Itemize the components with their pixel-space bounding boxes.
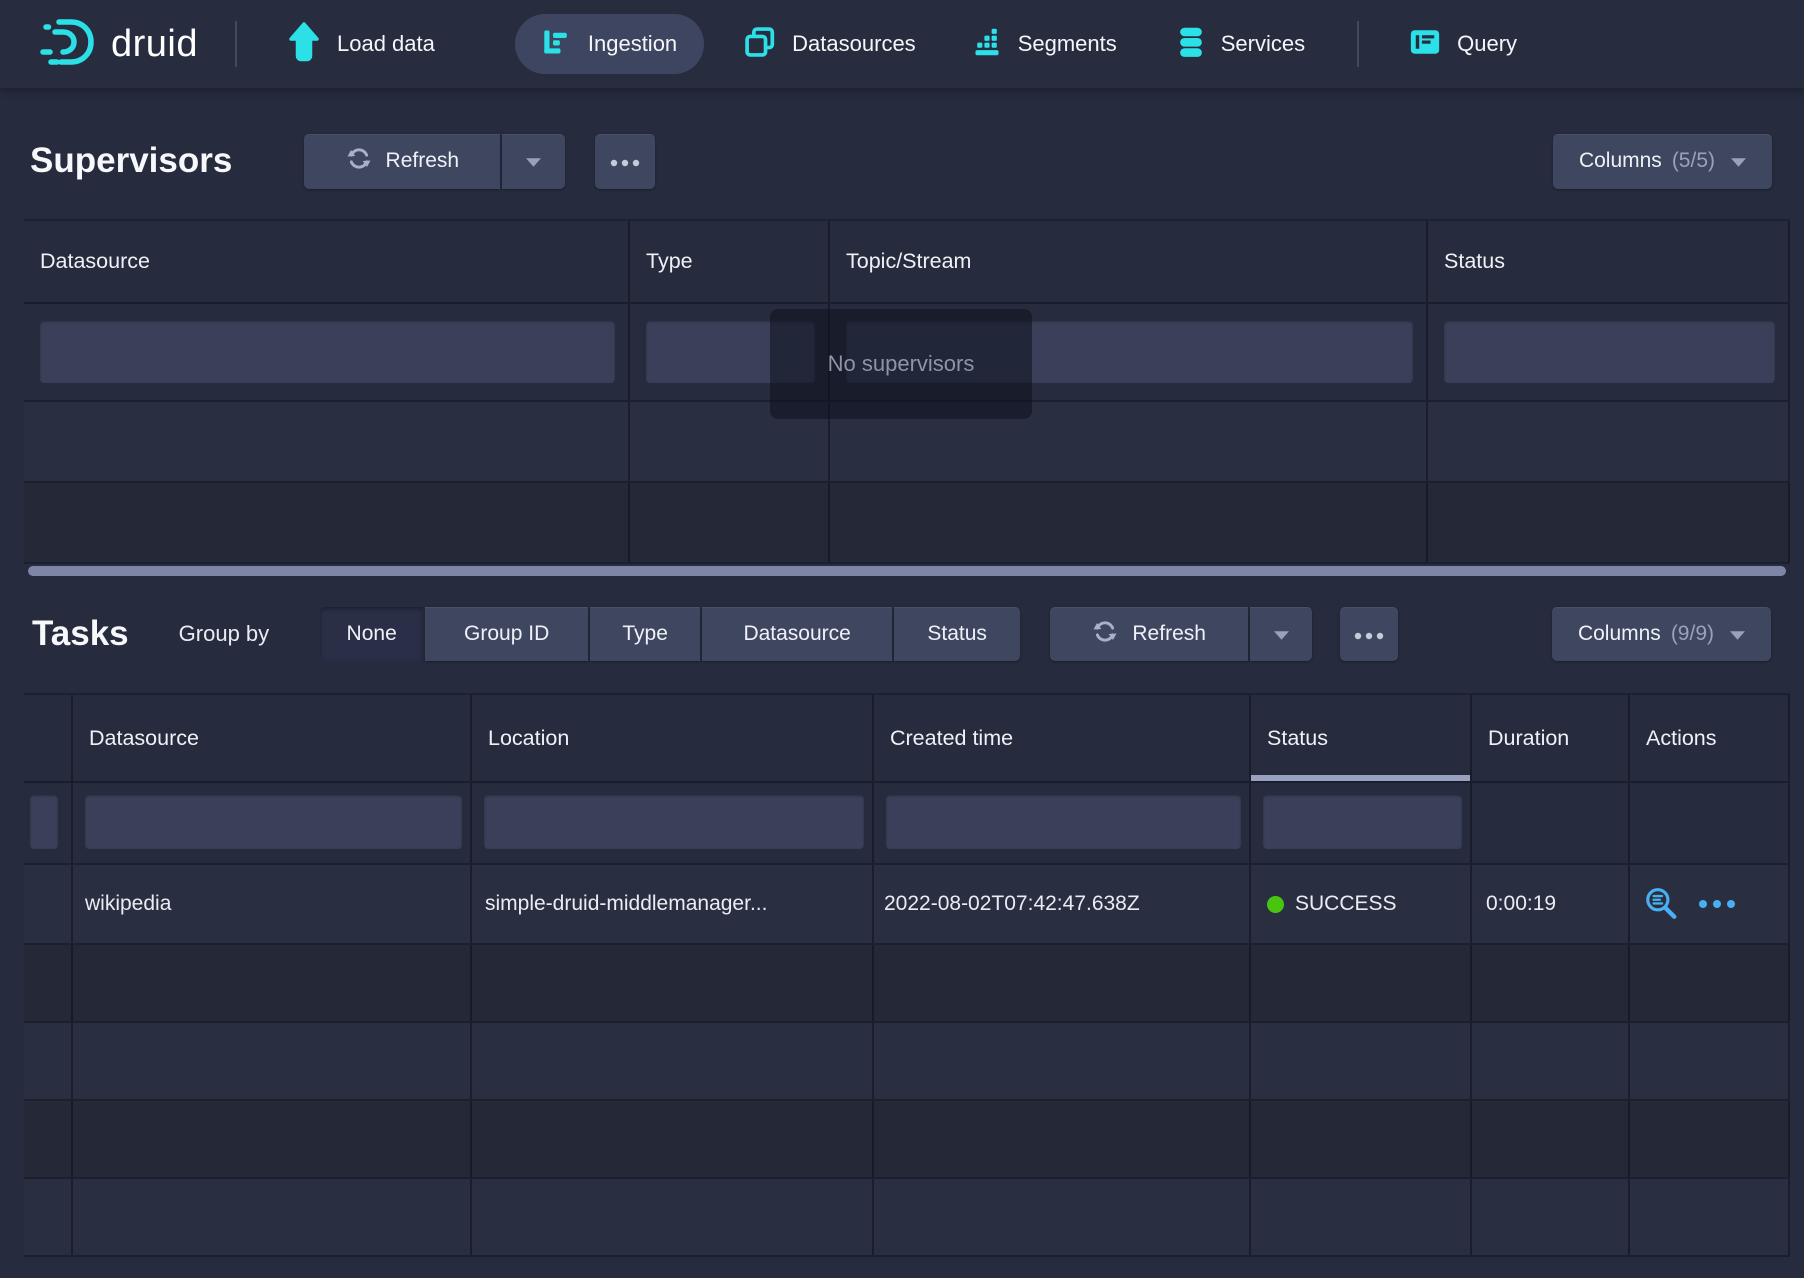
tasks-more-button[interactable] bbox=[1340, 607, 1398, 661]
supervisors-table: Datasource Type Topic/Stream Status No s… bbox=[24, 219, 1790, 564]
refresh-label: Refresh bbox=[1132, 622, 1206, 646]
task-details-button[interactable] bbox=[1643, 886, 1679, 922]
columns-count: (9/9) bbox=[1671, 622, 1714, 646]
refresh-icon bbox=[346, 146, 372, 177]
column-header-collapsed[interactable] bbox=[24, 695, 73, 781]
nav-item-load-data[interactable]: Load data bbox=[287, 0, 435, 88]
ingestion-icon bbox=[542, 27, 572, 62]
column-header-status[interactable]: Status bbox=[1251, 695, 1472, 781]
tasks-refresh-button[interactable]: Refresh bbox=[1050, 607, 1248, 661]
group-by-type-button[interactable]: Type bbox=[590, 607, 700, 661]
supervisors-refresh-caret-button[interactable] bbox=[502, 134, 565, 189]
table-row-empty bbox=[24, 1101, 1790, 1179]
column-header-topic-stream[interactable]: Topic/Stream bbox=[830, 221, 1428, 302]
logo-wordmark: druid bbox=[111, 23, 198, 66]
column-header-duration[interactable]: Duration bbox=[1472, 695, 1630, 781]
caret-down-icon bbox=[1730, 622, 1745, 646]
nav-item-query[interactable]: Query bbox=[1409, 0, 1517, 88]
filter-input-status[interactable] bbox=[1444, 321, 1775, 383]
table-row-empty bbox=[24, 483, 1790, 564]
column-header-location[interactable]: Location bbox=[472, 695, 874, 781]
more-icon bbox=[1354, 622, 1384, 646]
druid-logo[interactable]: druid bbox=[40, 17, 198, 72]
table-row-empty bbox=[24, 1023, 1790, 1101]
task-actions-more-button[interactable] bbox=[1698, 899, 1736, 909]
column-header-status[interactable]: Status bbox=[1428, 221, 1790, 302]
upload-icon bbox=[287, 22, 321, 67]
supervisors-toolbar: Supervisors Refresh bbox=[0, 133, 1804, 189]
druid-logo-icon bbox=[40, 17, 98, 72]
tasks-refresh-caret-button[interactable] bbox=[1250, 607, 1312, 661]
status-text: SUCCESS bbox=[1295, 892, 1397, 916]
column-header-actions[interactable]: Actions bbox=[1630, 695, 1790, 781]
top-navbar: druid Load data bbox=[0, 0, 1804, 88]
filter-input-status[interactable] bbox=[1263, 795, 1462, 849]
datasources-icon bbox=[744, 26, 776, 63]
caret-down-icon bbox=[526, 149, 541, 173]
group-by-label: Group by bbox=[179, 621, 270, 647]
task-row-wikipedia: wikipedia simple-druid-middlemanager... … bbox=[24, 865, 1790, 945]
supervisors-refresh-button[interactable]: Refresh bbox=[304, 134, 500, 189]
nav-item-segments[interactable]: Segments bbox=[972, 0, 1117, 88]
druid-console: druid Load data bbox=[0, 0, 1804, 1278]
services-icon bbox=[1177, 26, 1205, 63]
cell-location: simple-druid-middlemanager... bbox=[472, 865, 874, 943]
tasks-title: Tasks bbox=[32, 614, 129, 654]
caret-down-icon bbox=[1731, 149, 1746, 173]
horizontal-scrollbar-thumb[interactable] bbox=[28, 566, 1786, 576]
group-by-group-id-button[interactable]: Group ID bbox=[425, 607, 588, 661]
group-by-none-button[interactable]: None bbox=[320, 607, 423, 661]
nav-divider bbox=[1357, 21, 1359, 67]
columns-count: (5/5) bbox=[1672, 149, 1715, 173]
group-by-status-button[interactable]: Status bbox=[894, 607, 1020, 661]
nav-divider bbox=[235, 21, 237, 67]
group-by-segmented-control: None Group ID Type Datasource Status bbox=[320, 607, 1020, 661]
status-success-dot bbox=[1267, 896, 1284, 913]
tasks-filter-row bbox=[24, 783, 1790, 865]
more-icon bbox=[610, 149, 640, 173]
cell-created-time: 2022-08-02T07:42:47.638Z bbox=[874, 865, 1251, 943]
tasks-toolbar: Tasks Group by None Group ID Type Dataso… bbox=[0, 607, 1804, 661]
nav-item-services[interactable]: Services bbox=[1177, 0, 1305, 88]
segments-icon bbox=[972, 27, 1002, 62]
refresh-label: Refresh bbox=[386, 149, 460, 173]
filter-input-collapsed[interactable] bbox=[30, 795, 58, 849]
group-by-datasource-button[interactable]: Datasource bbox=[702, 607, 892, 661]
query-icon bbox=[1409, 28, 1441, 61]
tasks-table: Datasource Location Created time Status … bbox=[24, 693, 1790, 1257]
filter-input-datasource[interactable] bbox=[85, 795, 462, 849]
column-header-datasource[interactable]: Datasource bbox=[73, 695, 472, 781]
empty-message: No supervisors bbox=[828, 351, 975, 377]
cell-status: SUCCESS bbox=[1251, 865, 1472, 943]
table-row-empty bbox=[24, 945, 1790, 1023]
supervisors-columns-button[interactable]: Columns (5/5) bbox=[1553, 134, 1772, 189]
nav-item-ingestion[interactable]: Ingestion bbox=[515, 14, 704, 74]
refresh-icon bbox=[1092, 619, 1118, 650]
filter-input-created-time[interactable] bbox=[886, 795, 1241, 849]
column-header-type[interactable]: Type bbox=[630, 221, 830, 302]
table-row-empty bbox=[24, 1179, 1790, 1257]
columns-label: Columns bbox=[1578, 622, 1661, 646]
tasks-columns-button[interactable]: Columns (9/9) bbox=[1552, 607, 1771, 661]
column-header-created-time[interactable]: Created time bbox=[874, 695, 1251, 781]
nav-item-datasources[interactable]: Datasources bbox=[744, 0, 916, 88]
tasks-table-header: Datasource Location Created time Status … bbox=[24, 695, 1790, 783]
cell-duration: 0:00:19 bbox=[1472, 865, 1630, 943]
supervisors-refresh-split: Refresh bbox=[304, 134, 565, 189]
columns-label: Columns bbox=[1579, 149, 1662, 173]
supervisors-more-button[interactable] bbox=[595, 134, 655, 189]
cell-datasource: wikipedia bbox=[73, 865, 472, 943]
caret-down-icon bbox=[1274, 622, 1289, 646]
supervisors-table-header: Datasource Type Topic/Stream Status bbox=[24, 221, 1790, 304]
sort-indicator bbox=[1251, 775, 1470, 781]
no-supervisors-overlay: No supervisors bbox=[770, 309, 1032, 419]
tasks-refresh-split: Refresh bbox=[1050, 607, 1312, 661]
supervisors-title: Supervisors bbox=[30, 141, 232, 181]
filter-input-location[interactable] bbox=[484, 795, 864, 849]
filter-input-datasource[interactable] bbox=[40, 321, 615, 383]
column-header-datasource[interactable]: Datasource bbox=[24, 221, 630, 302]
cell-actions bbox=[1630, 865, 1790, 943]
